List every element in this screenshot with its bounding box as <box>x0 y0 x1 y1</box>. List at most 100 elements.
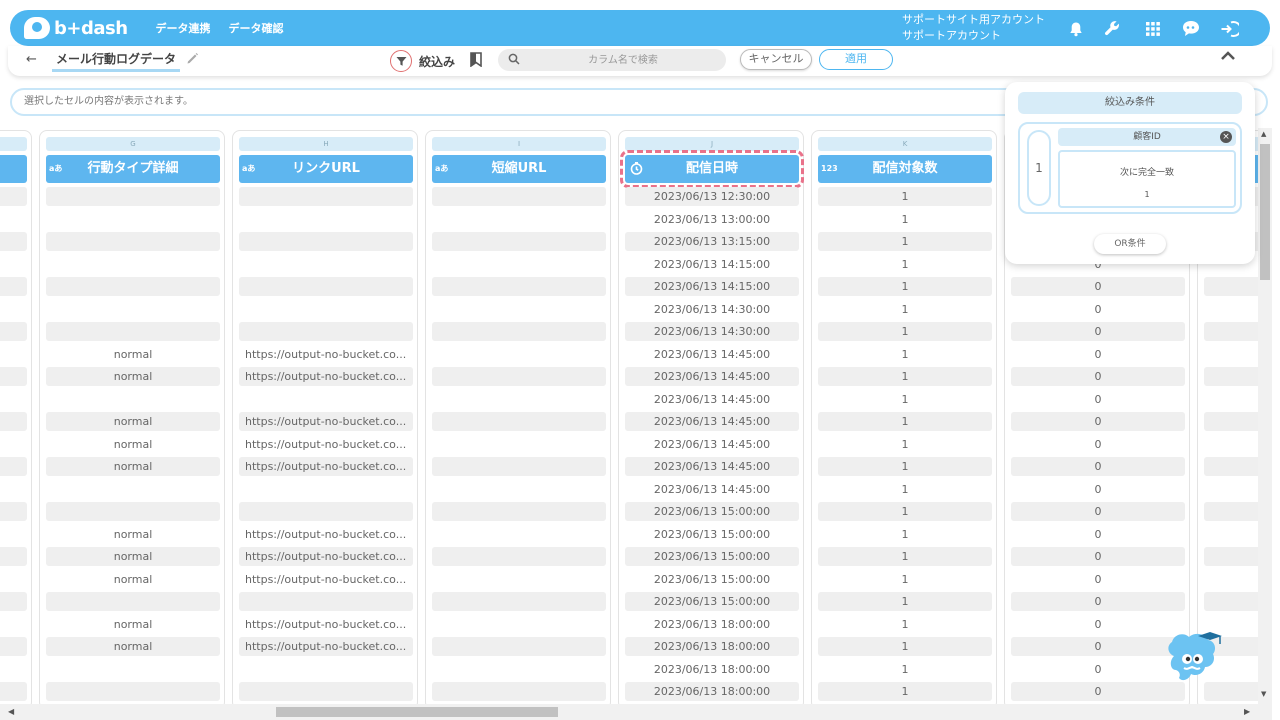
column-header-action-type-detail[interactable]: aあ 行動タイプ詳細 <box>46 155 220 183</box>
table-cell[interactable] <box>0 187 27 206</box>
scroll-right-arrow-icon[interactable]: ▶ <box>1244 707 1250 716</box>
table-cell[interactable]: 1 <box>818 570 992 589</box>
table-cell[interactable]: 2023/06/13 15:00:00 <box>625 502 799 521</box>
table-cell[interactable] <box>46 300 220 319</box>
table-cell[interactable]: 2023/06/13 14:45:00 <box>625 390 799 409</box>
table-cell[interactable]: 1 <box>818 322 992 341</box>
table-cell[interactable]: 0 <box>1011 637 1185 656</box>
table-cell[interactable]: 0 <box>1011 525 1185 544</box>
column-letter[interactable]: H <box>239 137 413 151</box>
table-cell[interactable]: 2023/06/13 14:15:00 <box>625 277 799 296</box>
table-cell[interactable]: https://output-no-bucket.co... <box>239 570 413 589</box>
table-cell[interactable] <box>0 502 27 521</box>
table-cell[interactable]: https://output-no-bucket.co... <box>239 367 413 386</box>
table-cell[interactable]: normal <box>46 457 220 476</box>
table-cell[interactable]: normal <box>46 412 220 431</box>
table-cell[interactable]: 0 <box>1011 277 1185 296</box>
table-cell[interactable] <box>0 322 27 341</box>
bookmark-icon[interactable] <box>470 52 482 70</box>
table-cell[interactable] <box>46 390 220 409</box>
apps-grid-icon[interactable] <box>1142 18 1164 40</box>
table-cell[interactable] <box>432 682 606 701</box>
table-cell[interactable] <box>432 547 606 566</box>
table-cell[interactable]: 2023/06/13 15:00:00 <box>625 525 799 544</box>
table-cell[interactable] <box>0 525 27 544</box>
cancel-button[interactable]: キャンセル <box>740 49 812 70</box>
table-cell[interactable] <box>46 187 220 206</box>
filter-label[interactable]: 絞込み <box>419 53 455 70</box>
condition-field[interactable]: 顧客ID × <box>1058 128 1236 146</box>
scroll-down-arrow-icon[interactable]: ▼ <box>1261 690 1266 698</box>
bell-icon[interactable] <box>1065 18 1087 40</box>
table-cell[interactable]: normal <box>46 525 220 544</box>
table-cell[interactable]: 2023/06/13 14:45:00 <box>625 345 799 364</box>
table-cell[interactable] <box>432 390 606 409</box>
table-cell[interactable] <box>239 390 413 409</box>
table-cell[interactable]: 1 <box>818 210 992 229</box>
table-cell[interactable]: 0 <box>1011 570 1185 589</box>
table-cell[interactable] <box>1204 390 1258 409</box>
collapse-chevron-up-icon[interactable] <box>1220 50 1236 65</box>
table-cell[interactable]: 2023/06/13 14:30:00 <box>625 322 799 341</box>
column-header-sent-at[interactable]: 配信日時 <box>620 150 804 188</box>
table-cell[interactable]: normal <box>46 435 220 454</box>
table-cell[interactable]: https://output-no-bucket.co... <box>239 412 413 431</box>
table-cell[interactable]: normal <box>46 615 220 634</box>
table-cell[interactable]: 0 <box>1011 682 1185 701</box>
table-cell[interactable] <box>432 210 606 229</box>
table-cell[interactable] <box>0 547 27 566</box>
table-cell[interactable] <box>1204 412 1258 431</box>
scroll-left-arrow-icon[interactable]: ◀ <box>8 707 14 716</box>
edit-pencil-icon[interactable] <box>186 52 199 68</box>
table-cell[interactable] <box>432 660 606 679</box>
table-cell[interactable]: 1 <box>818 345 992 364</box>
table-cell[interactable]: 2023/06/13 13:00:00 <box>625 210 799 229</box>
column-header[interactable] <box>0 155 27 183</box>
table-cell[interactable] <box>432 435 606 454</box>
table-cell[interactable] <box>432 615 606 634</box>
table-cell[interactable] <box>432 300 606 319</box>
table-cell[interactable]: 0 <box>1011 660 1185 679</box>
wrench-icon[interactable] <box>1102 18 1124 40</box>
logout-icon[interactable] <box>1218 18 1240 40</box>
bdash-logo[interactable]: b+dash <box>24 17 128 39</box>
table-cell[interactable]: 1 <box>818 300 992 319</box>
table-cell[interactable]: normal <box>46 637 220 656</box>
table-cell[interactable] <box>0 232 27 251</box>
table-cell[interactable] <box>0 592 27 611</box>
table-cell[interactable] <box>239 232 413 251</box>
table-cell[interactable]: 0 <box>1011 390 1185 409</box>
table-cell[interactable] <box>1204 277 1258 296</box>
table-cell[interactable] <box>46 502 220 521</box>
table-cell[interactable] <box>0 277 27 296</box>
table-cell[interactable]: 0 <box>1011 457 1185 476</box>
table-cell[interactable] <box>46 232 220 251</box>
table-cell[interactable]: 2023/06/13 18:00:00 <box>625 637 799 656</box>
table-cell[interactable] <box>239 682 413 701</box>
table-cell[interactable] <box>239 322 413 341</box>
table-cell[interactable] <box>1204 570 1258 589</box>
table-cell[interactable] <box>0 570 27 589</box>
table-cell[interactable]: 1 <box>818 367 992 386</box>
table-cell[interactable]: 0 <box>1011 480 1185 499</box>
table-cell[interactable]: 1 <box>818 277 992 296</box>
table-cell[interactable] <box>0 615 27 634</box>
table-cell[interactable] <box>1204 547 1258 566</box>
table-cell[interactable] <box>1204 457 1258 476</box>
table-cell[interactable]: normal <box>46 547 220 566</box>
table-cell[interactable]: 2023/06/13 14:45:00 <box>625 412 799 431</box>
table-cell[interactable] <box>239 277 413 296</box>
table-cell[interactable]: 2023/06/13 13:15:00 <box>625 232 799 251</box>
scroll-up-arrow-icon[interactable]: ▲ <box>1261 130 1266 138</box>
table-cell[interactable] <box>432 412 606 431</box>
table-cell[interactable]: 1 <box>818 682 992 701</box>
table-cell[interactable]: 2023/06/13 15:00:00 <box>625 547 799 566</box>
table-cell[interactable] <box>0 210 27 229</box>
column-letter[interactable]: G <box>46 137 220 151</box>
table-cell[interactable]: https://output-no-bucket.co... <box>239 435 413 454</box>
column-header-link-url[interactable]: aあ リンクURL <box>239 155 413 183</box>
filter-icon[interactable] <box>390 50 412 72</box>
condition-body[interactable]: 次に完全一致 1 <box>1058 150 1236 208</box>
table-cell[interactable]: 1 <box>818 412 992 431</box>
apply-button[interactable]: 適用 <box>819 49 893 70</box>
